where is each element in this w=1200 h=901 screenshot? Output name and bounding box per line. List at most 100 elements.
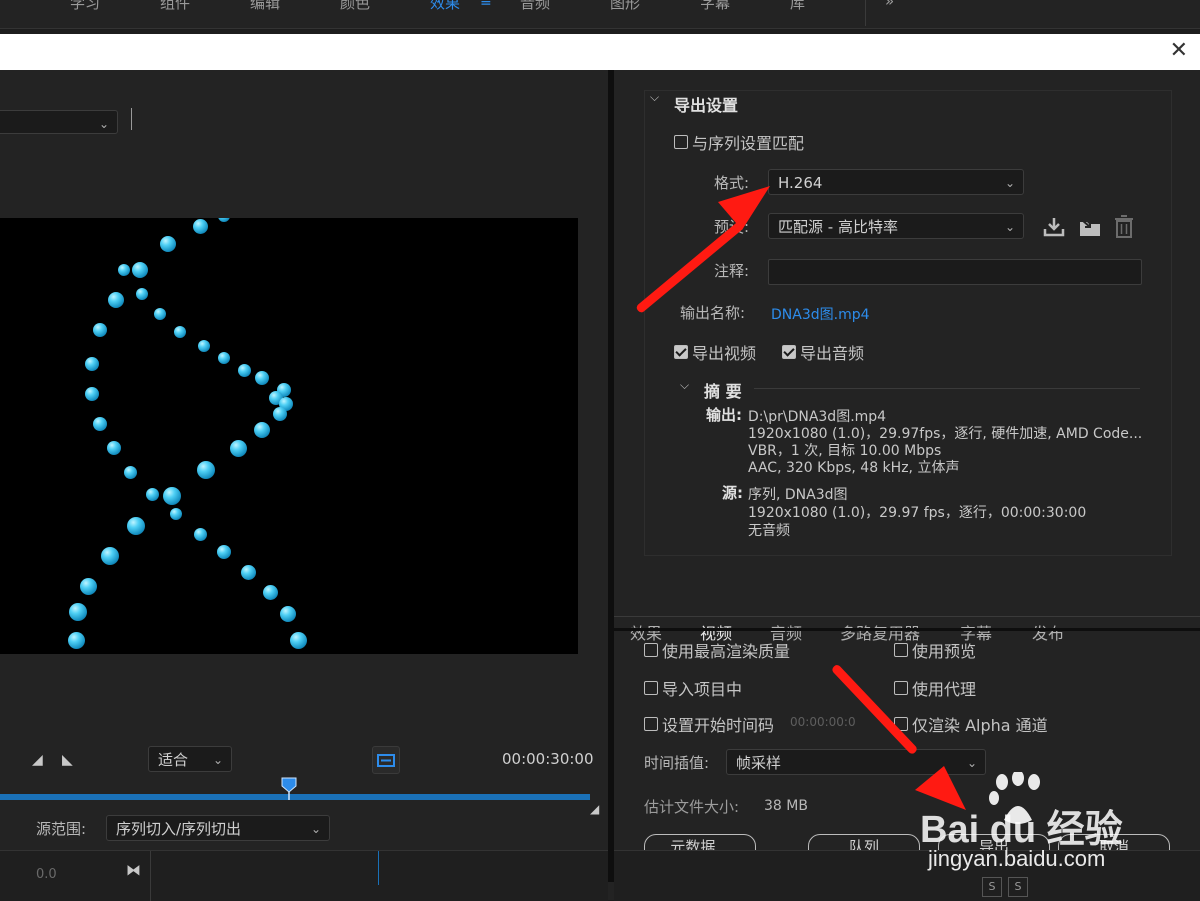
chevron-down-icon[interactable]: ⌵ <box>680 378 689 393</box>
comment-input[interactable] <box>768 259 1142 285</box>
source-view-dropdown[interactable]: ⌄ <box>0 110 118 134</box>
chevron-down-icon[interactable]: ⌵ <box>650 90 659 105</box>
sphere <box>254 422 270 438</box>
divider <box>150 851 151 901</box>
workspace-tab-learn[interactable]: 学习 <box>70 0 100 13</box>
checkbox-box[interactable] <box>644 717 658 731</box>
import-preset-icon[interactable] <box>1078 216 1102 238</box>
timeline-strip: 0.0 ⧓ <box>0 850 608 901</box>
checkbox-box[interactable] <box>674 135 688 149</box>
workspace-tab-captions[interactable]: 字幕 <box>700 0 730 13</box>
summary-output-line: AAC, 320 Kbps, 48 kHz, 立体声 <box>748 460 960 476</box>
workspace-tab-color[interactable]: 颜色 <box>340 0 370 13</box>
mark-out-icon[interactable]: ◣ <box>62 752 73 768</box>
divider <box>131 108 132 130</box>
divider <box>754 388 1140 389</box>
solo-button[interactable]: S <box>982 877 1002 897</box>
preset-dropdown[interactable]: 匹配源 - 高比特率 ⌄ <box>768 213 1024 239</box>
import-into-project-checkbox[interactable]: 导入项目中 <box>644 676 742 700</box>
sphere <box>101 547 119 565</box>
timeline-scrubber[interactable] <box>0 777 590 800</box>
sphere <box>255 371 269 385</box>
checkbox-box[interactable] <box>644 643 658 657</box>
output-name-link[interactable]: DNA3d图.mp4 <box>771 304 870 324</box>
save-preset-icon[interactable] <box>1042 216 1066 238</box>
sphere <box>145 487 159 501</box>
tab-publish[interactable]: 发布 <box>1032 620 1064 644</box>
sphere <box>118 264 130 276</box>
sphere <box>93 323 107 337</box>
playhead-icon[interactable] <box>280 776 298 800</box>
output-name-label: 输出名称: <box>680 304 746 322</box>
sphere <box>170 508 182 520</box>
sphere <box>69 603 87 621</box>
video-preview-frame <box>0 218 578 654</box>
sphere <box>192 218 208 234</box>
sphere <box>198 340 210 352</box>
sphere <box>289 631 307 649</box>
start-timecode-input[interactable]: 00:00:00:00 <box>790 715 856 729</box>
summary-source-line: 序列, DNA3d图 <box>748 487 848 503</box>
match-sequence-checkbox[interactable]: 与序列设置匹配 <box>674 130 804 154</box>
workspace-tab-effects[interactable]: 效果 <box>430 0 460 13</box>
chevron-down-icon: ⌄ <box>310 822 321 836</box>
use-proxies-checkbox[interactable]: 使用代理 <box>894 676 976 700</box>
checkbox-box[interactable] <box>782 345 796 359</box>
mark-in-icon[interactable]: ◢ <box>32 752 43 768</box>
delete-preset-icon[interactable] <box>1114 215 1134 239</box>
sphere <box>163 487 181 505</box>
max-render-quality-checkbox[interactable]: 使用最高渲染质量 <box>644 638 790 662</box>
checkbox-box[interactable] <box>674 345 688 359</box>
export-video-checkbox[interactable]: 导出视频 <box>674 340 756 364</box>
format-label: 格式: <box>714 174 750 192</box>
checkbox-box[interactable] <box>894 681 908 695</box>
sphere <box>132 262 148 278</box>
workspace-tab-audio[interactable]: 音频 <box>520 0 550 13</box>
sphere <box>197 461 215 479</box>
trim-icon[interactable]: ⧓ <box>126 861 141 879</box>
workspace-tab-libraries[interactable]: 库 <box>790 0 805 13</box>
fit-dropdown[interactable]: 适合 ⌄ <box>148 746 232 772</box>
summary-output-label: 输出: <box>706 406 742 424</box>
sphere <box>218 352 230 364</box>
workspace-more-icon[interactable]: » <box>885 0 894 10</box>
use-previews-checkbox[interactable]: 使用预览 <box>894 638 976 662</box>
close-icon[interactable]: ✕ <box>1170 38 1188 63</box>
sphere <box>85 357 99 371</box>
sphere <box>193 527 207 541</box>
estimated-size-label: 估计文件大小: <box>644 798 740 816</box>
summary-title: 摘 要 <box>704 382 742 401</box>
workspace-tab-assembly[interactable]: 组件 <box>160 0 190 13</box>
export-audio-checkbox[interactable]: 导出音频 <box>782 340 864 364</box>
section-title: 导出设置 <box>674 96 739 115</box>
timecode-display[interactable]: 00:00:30:00 <box>502 750 594 768</box>
solo-button[interactable]: S <box>1008 877 1028 897</box>
render-alpha-only-checkbox[interactable]: 仅渲染 Alpha 通道 <box>894 712 1048 736</box>
settings-pane: ⌵ 导出设置 与序列设置匹配 格式: H.264⌄ 预设: 匹配源 - 高比特率… <box>614 70 1200 882</box>
workspace-tab-graphics[interactable]: 图形 <box>610 0 640 13</box>
format-dropdown[interactable]: H.264 ⌄ <box>768 169 1024 195</box>
aspect-toggle-icon[interactable] <box>372 746 400 774</box>
sphere <box>85 387 99 401</box>
preview-pane: ⌄ ◢ ◣ 适合 ⌄ 00:00:30:00 ◢ 源范围: 序列切入/序列切出 ⌄ <box>0 70 608 850</box>
source-range-dropdown[interactable]: 序列切入/序列切出 ⌄ <box>106 815 330 841</box>
sphere <box>123 465 137 479</box>
summary-source-line: 1920x1080 (1.0)，29.97 fps，逐行，00:00:30:00 <box>748 505 1087 521</box>
sphere <box>108 292 124 308</box>
summary-source-line: 无音频 <box>748 523 790 539</box>
timeline-strip-right: S S <box>614 850 1200 901</box>
estimated-size-value: 38 MB <box>764 798 808 814</box>
sphere <box>217 545 231 559</box>
set-start-timecode-checkbox[interactable]: 设置开始时间码 <box>644 712 774 736</box>
workspace-bar: 学习 组件 编辑 颜色 效果 ≡ 音频 图形 字幕 库 » <box>0 0 1200 29</box>
workspace-tab-edit[interactable]: 编辑 <box>250 0 280 13</box>
timeline-playhead <box>378 851 379 885</box>
workspace-menu-icon[interactable]: ≡ <box>480 0 492 10</box>
time-interpolation-label: 时间插值: <box>644 754 710 772</box>
checkbox-box[interactable] <box>644 681 658 695</box>
time-interpolation-dropdown[interactable]: 帧采样 ⌄ <box>726 749 986 775</box>
sphere <box>273 407 287 421</box>
divider <box>614 616 1200 617</box>
checkbox-box[interactable] <box>894 643 908 657</box>
chevron-down-icon: ⌄ <box>98 117 109 131</box>
